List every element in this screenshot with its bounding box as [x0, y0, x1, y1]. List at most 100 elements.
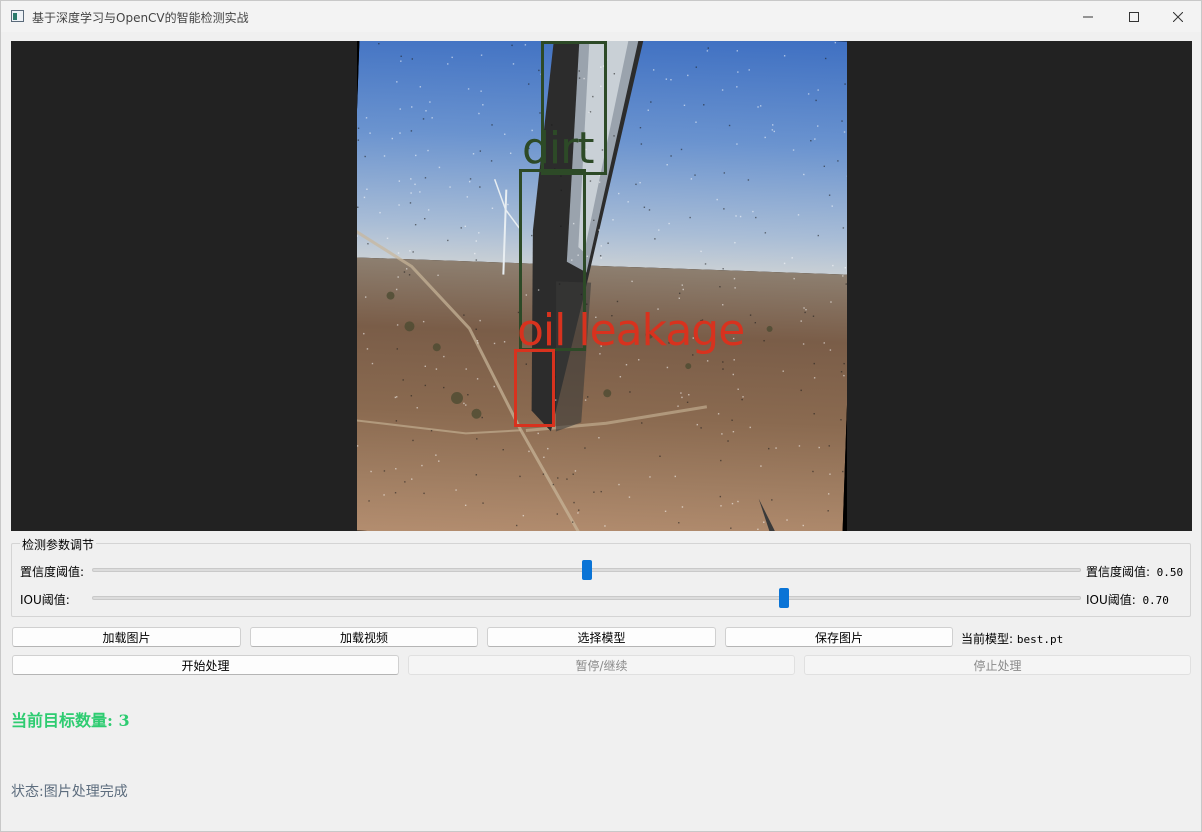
noise-speck	[400, 55, 402, 58]
save-image-button[interactable]: 保存图片	[725, 627, 953, 647]
close-button[interactable]	[1155, 1, 1201, 32]
noise-speck	[757, 106, 759, 108]
noise-speck	[829, 473, 831, 475]
noise-speck	[681, 396, 683, 399]
noise-speck	[703, 104, 705, 106]
noise-speck	[423, 492, 425, 495]
noise-speck	[816, 125, 819, 127]
minimize-button[interactable]	[1065, 1, 1111, 32]
noise-speck	[639, 126, 642, 129]
noise-speck	[566, 478, 568, 480]
noise-speck	[678, 297, 681, 299]
noise-speck	[412, 439, 414, 442]
noise-speck	[371, 362, 374, 365]
noise-speck	[480, 54, 483, 56]
noise-speck	[687, 74, 689, 77]
noise-speck	[775, 447, 777, 449]
noise-speck	[556, 513, 559, 515]
noise-speck	[424, 384, 427, 387]
noise-speck	[677, 405, 679, 407]
noise-speck	[490, 160, 493, 162]
noise-speck	[410, 192, 412, 194]
noise-speck	[369, 132, 371, 134]
iou-slider-handle[interactable]	[779, 588, 790, 608]
noise-speck	[479, 150, 482, 152]
noise-speck	[572, 473, 574, 475]
load-video-button[interactable]: 加载视频	[250, 627, 478, 647]
noise-speck	[666, 366, 669, 369]
noise-speck	[519, 475, 521, 478]
noise-speck	[571, 521, 574, 523]
noise-speck	[584, 399, 587, 401]
noise-speck	[720, 459, 722, 462]
noise-speck	[404, 481, 406, 483]
noise-speck	[402, 379, 404, 381]
noise-speck	[472, 153, 475, 155]
noise-speck	[680, 148, 683, 151]
noise-speck	[678, 522, 680, 524]
noise-speck	[503, 341, 506, 343]
stop-button[interactable]: 停止处理	[804, 655, 1191, 675]
noise-speck	[599, 255, 602, 257]
noise-speck	[823, 165, 826, 168]
noise-speck	[607, 242, 609, 244]
pause-resume-button[interactable]: 暂停/继续	[408, 655, 795, 675]
noise-speck	[383, 470, 386, 472]
noise-speck	[678, 292, 681, 295]
noise-speck	[396, 324, 399, 326]
noise-speck	[363, 332, 365, 335]
noise-speck	[768, 447, 770, 450]
noise-speck	[425, 110, 427, 112]
noise-speck	[443, 386, 445, 389]
noise-speck	[707, 47, 709, 49]
noise-speck	[399, 132, 401, 134]
noise-speck	[805, 308, 807, 311]
noise-speck	[467, 393, 469, 396]
noise-speck	[720, 505, 722, 507]
noise-speck	[586, 255, 589, 258]
noise-speck	[383, 155, 386, 157]
noise-speck	[641, 422, 643, 424]
noise-speck	[438, 460, 440, 462]
noise-speck	[449, 186, 451, 188]
noise-speck	[837, 160, 839, 162]
noise-speck	[832, 264, 834, 267]
start-button[interactable]: 开始处理	[12, 655, 399, 675]
noise-speck	[478, 232, 480, 234]
maximize-button[interactable]	[1111, 1, 1157, 32]
noise-speck	[438, 166, 441, 169]
title-bar[interactable]: 基于深度学习与OpenCV的智能检测实战	[1, 1, 1201, 32]
noise-speck	[512, 63, 515, 65]
noise-speck	[398, 204, 400, 206]
noise-speck	[803, 307, 805, 309]
noise-speck	[455, 489, 457, 491]
noise-speck	[737, 71, 739, 73]
window-title: 基于深度学习与OpenCV的智能检测实战	[32, 11, 249, 25]
noise-speck	[443, 355, 445, 358]
noise-speck	[411, 58, 414, 60]
noise-speck	[604, 525, 606, 527]
iou-value-number: 0.70	[1142, 594, 1169, 607]
confidence-slider-handle[interactable]	[581, 560, 592, 580]
noise-speck	[696, 423, 699, 426]
current-model-label: 当前模型: best.pt	[961, 630, 1063, 647]
noise-speck	[737, 388, 739, 390]
noise-speck	[394, 396, 397, 399]
iou-slider-track[interactable]	[92, 596, 1081, 600]
select-model-button[interactable]: 选择模型	[487, 627, 716, 647]
noise-speck	[640, 143, 643, 145]
noise-speck	[357, 445, 359, 447]
noise-speck	[817, 234, 820, 237]
noise-speck	[538, 69, 540, 72]
load-image-button[interactable]: 加载图片	[12, 627, 241, 647]
noise-speck	[818, 446, 820, 449]
noise-speck	[783, 55, 786, 57]
noise-speck	[437, 274, 439, 277]
noise-speck	[410, 395, 413, 397]
noise-speck	[686, 401, 689, 404]
app-icon	[11, 10, 24, 22]
noise-speck	[507, 203, 509, 206]
noise-speck	[598, 181, 601, 183]
noise-speck	[840, 419, 842, 421]
noise-speck	[527, 83, 530, 85]
